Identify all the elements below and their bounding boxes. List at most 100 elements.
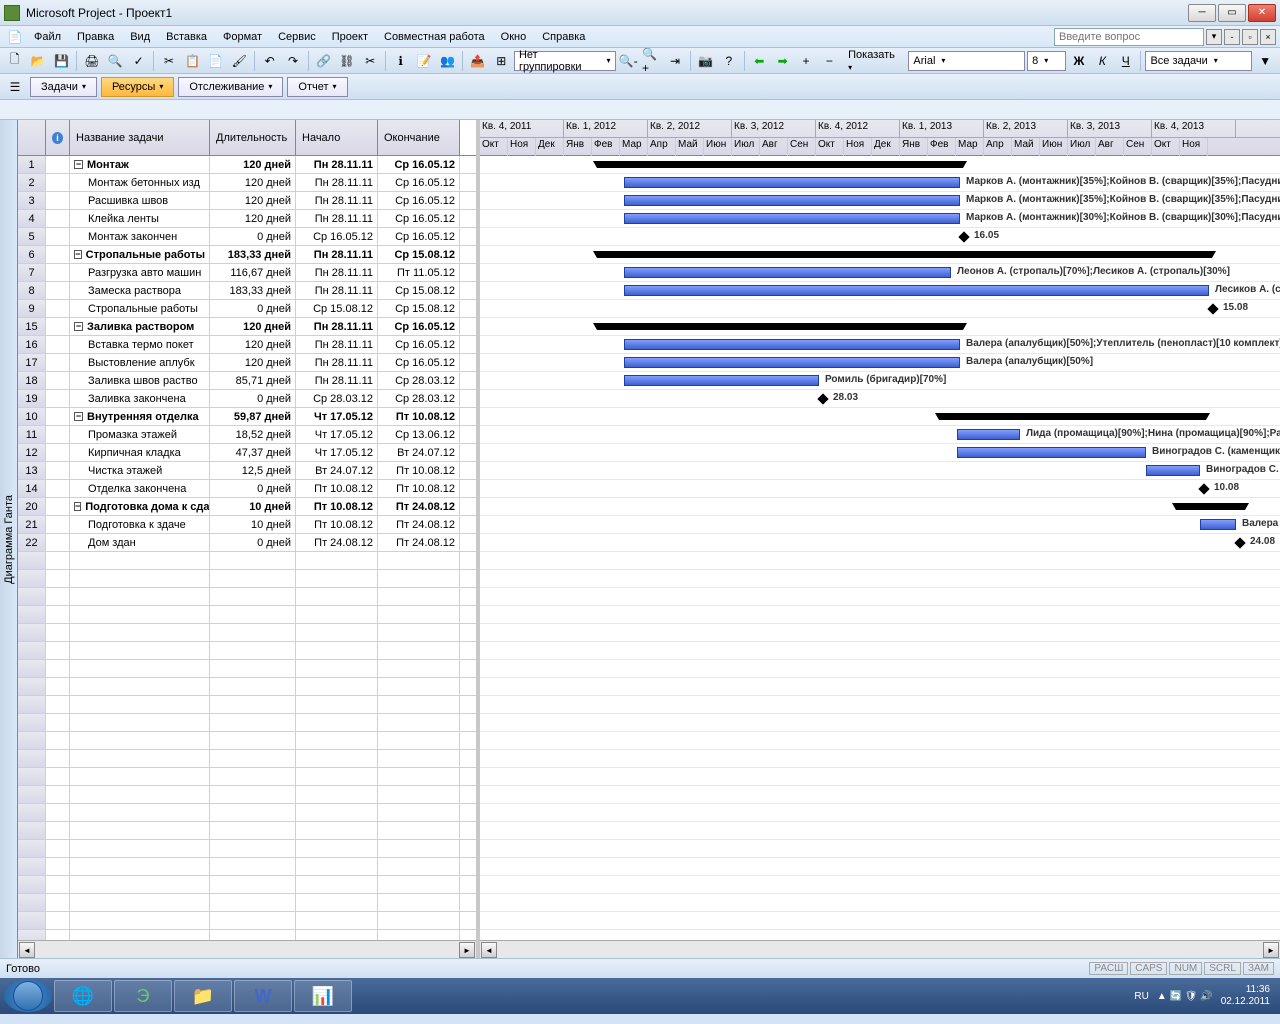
arrow-left-icon[interactable]: ⬅ (749, 50, 770, 72)
doc-restore-button[interactable]: ▫ (1242, 29, 1258, 45)
redo-icon[interactable]: ↷ (282, 50, 303, 72)
scroll-right-icon[interactable]: ► (1263, 942, 1279, 958)
assign-icon[interactable]: 👥 (437, 50, 458, 72)
task-bar[interactable] (624, 375, 819, 386)
table-row[interactable]: 18 Заливка швов раство 85,71 дней Пн 28.… (18, 372, 476, 390)
gantt-row[interactable]: Валера (апалубщик)[15%];Леонов А. (строп… (480, 516, 1280, 534)
table-row[interactable] (18, 858, 476, 876)
goto-task-icon[interactable]: ⇥ (664, 50, 685, 72)
table-row[interactable]: 3 Расшивка швов 120 дней Пн 28.11.11 Ср … (18, 192, 476, 210)
taskbar-app[interactable]: Э (114, 980, 172, 1012)
menu-format[interactable]: Формат (215, 29, 270, 45)
tray-lang[interactable]: RU (1134, 991, 1148, 1002)
table-hscroll[interactable]: ◄ ► (18, 940, 476, 958)
table-row[interactable]: 20 −Подготовка дома к сда 10 дней Пт 10.… (18, 498, 476, 516)
taskbar-project[interactable]: 📊 (294, 980, 352, 1012)
table-row[interactable] (18, 588, 476, 606)
table-row[interactable] (18, 624, 476, 642)
table-row[interactable]: 15 −Заливка раствором 120 дней Пн 28.11.… (18, 318, 476, 336)
gantt-row[interactable]: Марков А. (монтажник)[35%];Койнов В. (св… (480, 192, 1280, 210)
table-row[interactable]: 19 Заливка закончена 0 дней Ср 28.03.12 … (18, 390, 476, 408)
undo-icon[interactable]: ↶ (259, 50, 280, 72)
arrow-right-icon[interactable]: ➡ (772, 50, 793, 72)
table-row[interactable]: 13 Чистка этажей 12,5 дней Вт 24.07.12 П… (18, 462, 476, 480)
tray-clock[interactable]: 11:3602.12.2011 (1221, 984, 1270, 1008)
gantt-row[interactable]: Виноградов С. (каменщик)[10%];Лида (пром… (480, 462, 1280, 480)
gantt-row[interactable]: Ромиль (бригадир)[70%] (480, 372, 1280, 390)
col-select-all[interactable] (18, 120, 46, 155)
guide-tracking[interactable]: Отслеживание▾ (178, 77, 283, 97)
table-row[interactable] (18, 660, 476, 678)
taskbar-ie[interactable]: 🌐 (54, 980, 112, 1012)
maximize-button[interactable]: ▭ (1218, 4, 1246, 22)
ask-dropdown[interactable]: ▾ (1206, 29, 1222, 45)
unlink-icon[interactable]: ⛓ (336, 50, 357, 72)
menu-help[interactable]: Справка (534, 29, 593, 45)
filter-select[interactable]: Все задачи▾ (1145, 51, 1252, 71)
menu-file[interactable]: Файл (26, 29, 69, 45)
gantt-row[interactable] (480, 318, 1280, 336)
table-row[interactable]: 11 Промазка этажей 18,52 дней Чт 17.05.1… (18, 426, 476, 444)
table-row[interactable] (18, 768, 476, 786)
spellcheck-icon[interactable]: ✓ (128, 50, 149, 72)
formula-bar[interactable] (0, 100, 1280, 120)
view-tab[interactable]: Диаграмма Ганта (0, 120, 18, 958)
task-bar[interactable] (957, 429, 1020, 440)
table-row[interactable]: 17 Выстовление аплубк 120 дней Пн 28.11.… (18, 354, 476, 372)
split-icon[interactable]: ✂ (360, 50, 381, 72)
start-button[interactable] (4, 980, 52, 1012)
gantt-row[interactable] (480, 498, 1280, 516)
table-row[interactable] (18, 912, 476, 930)
gantt-row[interactable]: 10.08 (480, 480, 1280, 498)
table-row[interactable] (18, 750, 476, 768)
show-dropdown[interactable]: Показать ▾ (842, 49, 906, 73)
gantt-row[interactable]: Лесиков А. (стропаль)[70%];Леонов А. (ст… (480, 282, 1280, 300)
scroll-right-icon[interactable]: ► (459, 942, 475, 958)
task-bar[interactable] (957, 447, 1146, 458)
table-row[interactable] (18, 606, 476, 624)
link-icon[interactable]: 🔗 (313, 50, 334, 72)
tray-icons[interactable]: ▲ 🔄 🛡 🔊 (1157, 991, 1213, 1002)
task-bar[interactable] (624, 285, 1209, 296)
group-icon[interactable]: ⊞ (491, 50, 512, 72)
scroll-left-icon[interactable]: ◄ (481, 942, 497, 958)
gantt-row[interactable]: Валера (апалубщик)[50%];Утеплитель (пено… (480, 336, 1280, 354)
table-row[interactable] (18, 696, 476, 714)
table-row[interactable]: 16 Вставка термо покет 120 дней Пн 28.11… (18, 336, 476, 354)
font-select[interactable]: Arial▾ (908, 51, 1025, 71)
table-row[interactable] (18, 552, 476, 570)
guide-report[interactable]: Отчет▾ (287, 77, 347, 97)
zoom-out-icon[interactable]: 🔍- (618, 50, 639, 72)
gantt-row[interactable] (480, 246, 1280, 264)
task-bar[interactable] (624, 195, 960, 206)
table-row[interactable]: 8 Замеска раствора 183,33 дней Пн 28.11.… (18, 282, 476, 300)
menu-window[interactable]: Окно (493, 29, 535, 45)
guide-toggle-icon[interactable]: ☰ (4, 76, 26, 98)
task-bar[interactable] (624, 357, 960, 368)
col-name[interactable]: Название задачи (70, 120, 210, 155)
gantt-row[interactable]: Виноградов С. (каменщик)[95%];Кирпич[35 … (480, 444, 1280, 462)
publish-icon[interactable]: 📤 (467, 50, 488, 72)
preview-icon[interactable]: 🔍 (105, 50, 126, 72)
table-row[interactable]: 14 Отделка закончена 0 дней Пт 10.08.12 … (18, 480, 476, 498)
copy-icon[interactable]: 📋 (182, 50, 203, 72)
table-row[interactable]: 10 −Внутренняя отделка 59,87 дней Чт 17.… (18, 408, 476, 426)
task-bar[interactable] (1200, 519, 1236, 530)
info-icon[interactable]: ℹ (390, 50, 411, 72)
help-icon[interactable]: ? (718, 50, 739, 72)
outdent-icon[interactable]: + (795, 50, 816, 72)
gantt-row[interactable]: 28.03 (480, 390, 1280, 408)
gantt-row[interactable]: 24.08 (480, 534, 1280, 552)
taskbar-word[interactable]: W (234, 980, 292, 1012)
cut-icon[interactable]: ✂ (158, 50, 179, 72)
app-menu-icon[interactable]: 📄 (4, 26, 26, 48)
format-painter-icon[interactable]: 🖌 (229, 50, 250, 72)
new-icon[interactable]: 🗋 (4, 50, 25, 72)
table-row[interactable]: 1 −Монтаж 120 дней Пн 28.11.11 Ср 16.05.… (18, 156, 476, 174)
open-icon[interactable]: 📂 (27, 50, 48, 72)
task-bar[interactable] (1146, 465, 1200, 476)
menu-insert[interactable]: Вставка (158, 29, 215, 45)
doc-minimize-button[interactable]: - (1224, 29, 1240, 45)
gantt-row[interactable]: Марков А. (монтажник)[30%];Койнов В. (св… (480, 210, 1280, 228)
gantt-row[interactable]: 16.05 (480, 228, 1280, 246)
